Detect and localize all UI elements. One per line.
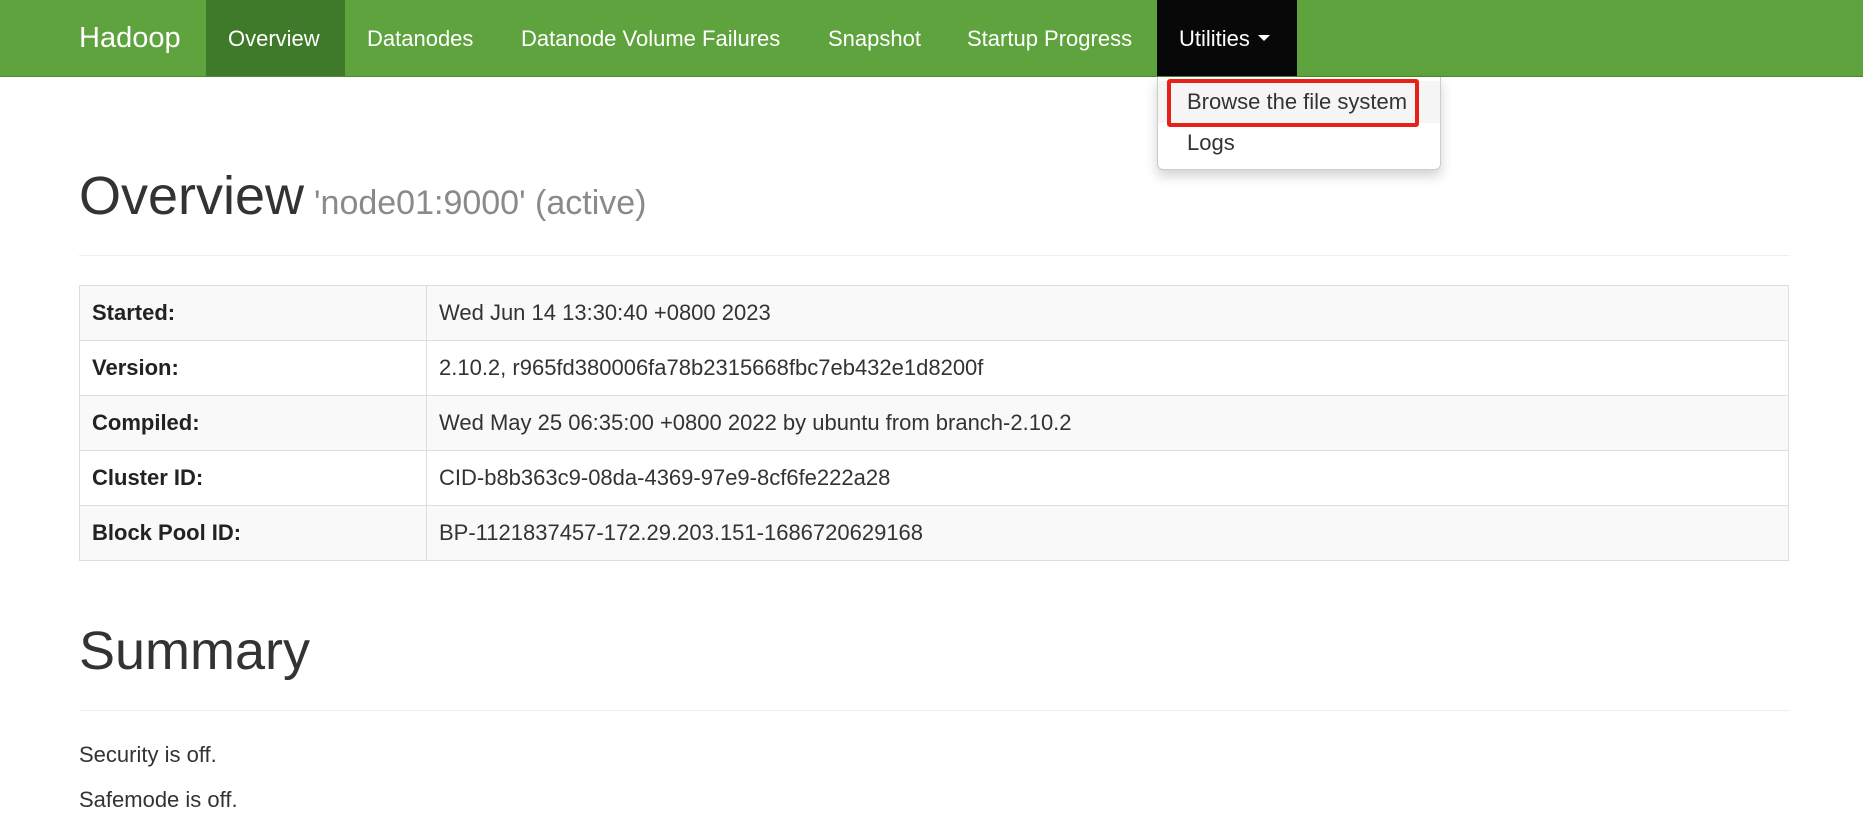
- utilities-dropdown-menu: Browse the file system Logs: [1157, 77, 1441, 170]
- table-key-cluster-id: Cluster ID:: [79, 450, 427, 506]
- nav-overview[interactable]: Overview: [206, 0, 345, 76]
- table-key-started: Started:: [79, 285, 427, 341]
- table-row: Cluster ID: CID-b8b363c9-08da-4369-97e9-…: [79, 450, 1789, 506]
- summary-safemode-status: Safemode is off.: [79, 787, 238, 812]
- menu-item-browse-file-system-label: Browse the file system: [1187, 89, 1408, 114]
- nav-utilities-dropdown[interactable]: Utilities: [1157, 0, 1297, 76]
- brand-logo[interactable]: Hadoop: [79, 0, 181, 77]
- table-key-block-pool-id: Block Pool ID:: [79, 505, 427, 561]
- table-row: Started: Wed Jun 14 13:30:40 +0800 2023: [79, 285, 1789, 341]
- nav-datanode-volume-failures[interactable]: Datanode Volume Failures: [499, 0, 802, 76]
- nav-startup-progress-label: Startup Progress: [967, 26, 1133, 51]
- table-value-version: 2.10.2, r965fd380006fa78b2315668fbc7eb43…: [426, 340, 1789, 396]
- nav-utilities-label: Utilities: [1179, 26, 1250, 51]
- menu-item-logs[interactable]: Logs: [1158, 123, 1440, 163]
- table-value-compiled: Wed May 25 06:35:00 +0800 2022 by ubuntu…: [426, 395, 1789, 451]
- summary-header: Summary: [79, 618, 1789, 711]
- page-subtitle: 'node01:9000' (active): [314, 184, 647, 222]
- table-row: Version: 2.10.2, r965fd380006fa78b231566…: [79, 340, 1789, 396]
- nav-overview-label: Overview: [228, 26, 320, 51]
- summary-title: Summary: [79, 621, 311, 681]
- nav-snapshot-label: Snapshot: [828, 26, 921, 51]
- table-value-cluster-id: CID-b8b363c9-08da-4369-97e9-8cf6fe222a28: [426, 450, 1789, 506]
- menu-item-browse-file-system[interactable]: Browse the file system: [1158, 81, 1440, 123]
- table-value-block-pool-id: BP-1121837457-172.29.203.151-16867206291…: [426, 505, 1789, 561]
- caret-down-icon: [1257, 35, 1270, 42]
- nav-datanode-volume-failures-label: Datanode Volume Failures: [521, 26, 781, 51]
- summary-security-status: Security is off.: [79, 742, 217, 767]
- overview-header: Overview'node01:9000' (active): [79, 166, 1789, 256]
- table-row: Block Pool ID: BP-1121837457-172.29.203.…: [79, 505, 1789, 561]
- nav-datanodes-label: Datanodes: [367, 26, 474, 51]
- table-key-version: Version:: [79, 340, 427, 396]
- nav-snapshot[interactable]: Snapshot: [806, 0, 943, 76]
- page-title-text: Overview: [79, 166, 305, 226]
- top-navbar: Hadoop Overview Datanodes Datanode Volum…: [0, 0, 1863, 77]
- overview-info-table: Started: Wed Jun 14 13:30:40 +0800 2023 …: [79, 285, 1789, 561]
- table-key-compiled: Compiled:: [79, 395, 427, 451]
- table-row: Compiled: Wed May 25 06:35:00 +0800 2022…: [79, 395, 1789, 451]
- menu-item-logs-label: Logs: [1187, 130, 1235, 155]
- page-title: Overview'node01:9000' (active): [79, 166, 1789, 233]
- nav-datanodes[interactable]: Datanodes: [345, 0, 495, 76]
- nav-startup-progress[interactable]: Startup Progress: [945, 0, 1154, 76]
- table-value-started: Wed Jun 14 13:30:40 +0800 2023: [426, 285, 1789, 341]
